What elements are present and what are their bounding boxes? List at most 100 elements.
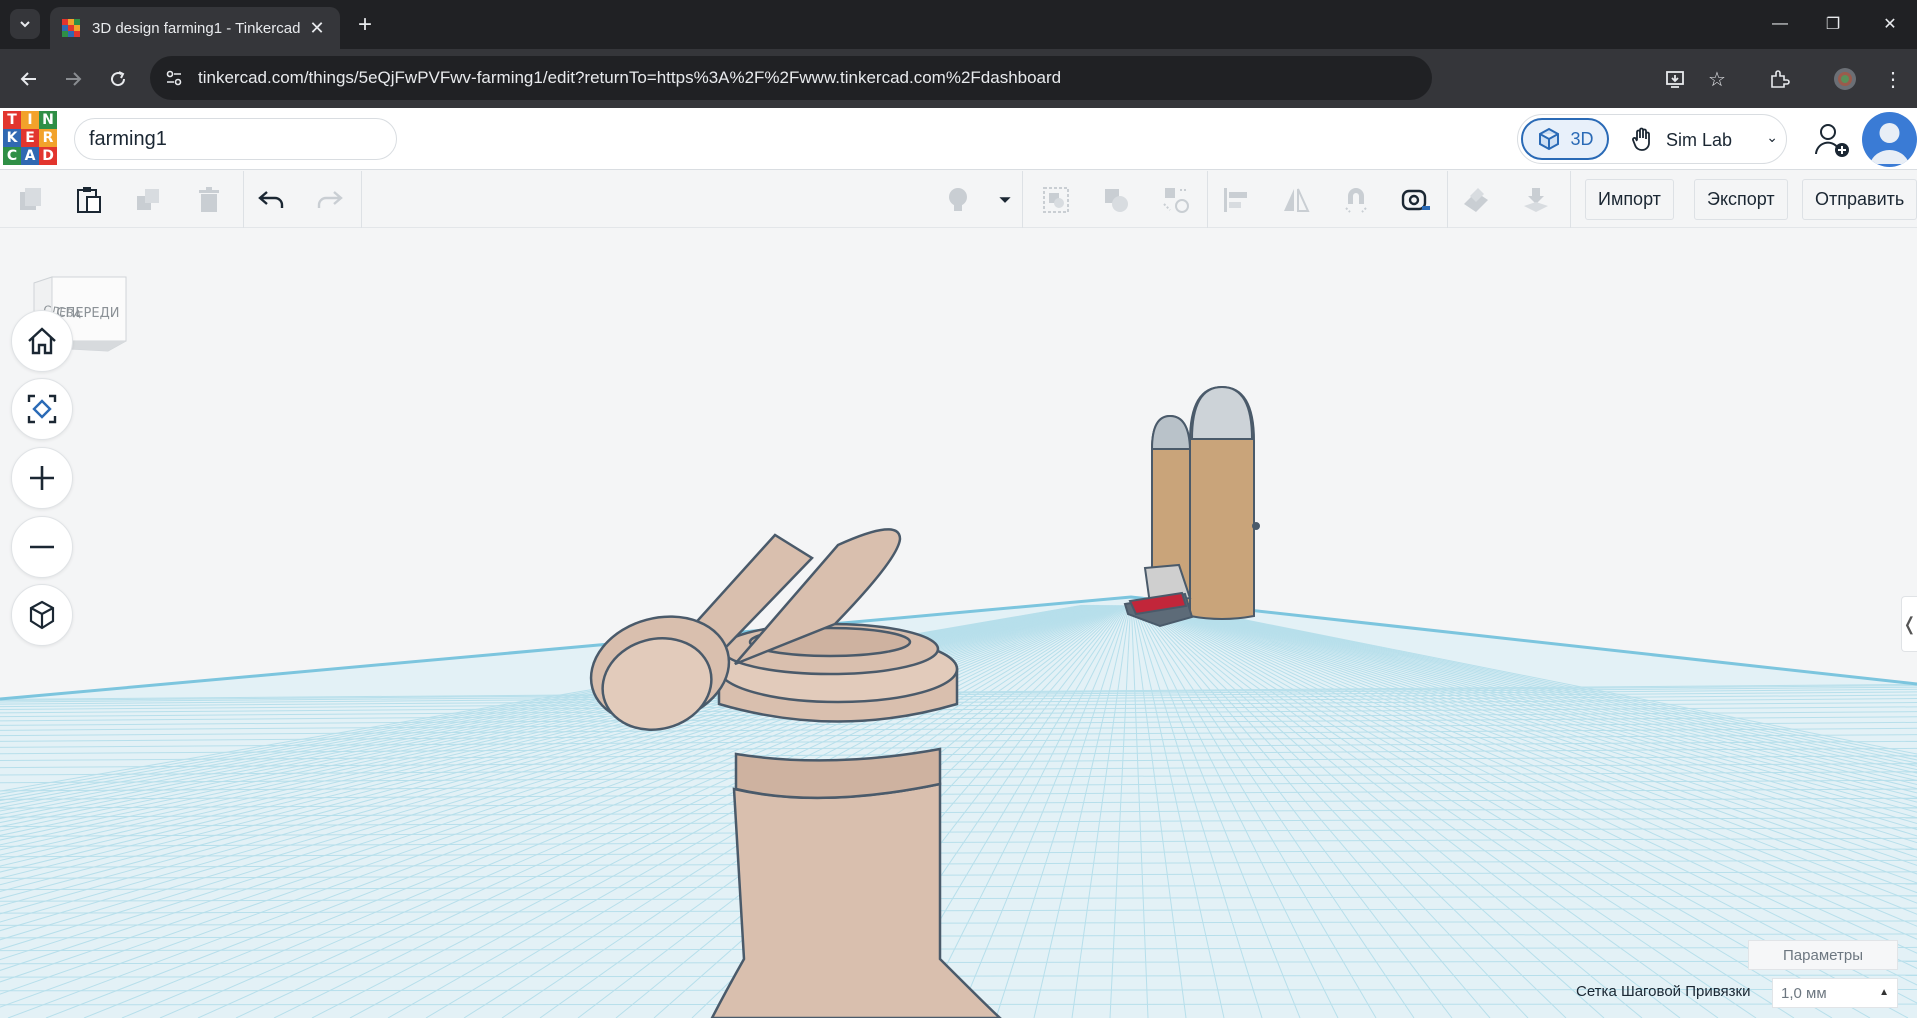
logo-letter: E: [21, 129, 39, 147]
chevron-down-icon[interactable]: ⌄: [1766, 129, 1778, 146]
address-bar[interactable]: tinkercad.com/things/5eQjFwPVFwv-farming…: [150, 56, 1432, 100]
trash-icon: [199, 187, 219, 212]
bookmark-star-icon[interactable]: ☆: [1700, 62, 1734, 96]
redo-icon: [317, 191, 343, 208]
install-app-icon[interactable]: [1658, 62, 1692, 96]
user-avatar[interactable]: [1862, 112, 1917, 167]
toolbar-divider: [1447, 171, 1448, 228]
user-avatar-icon: [1870, 123, 1909, 164]
logo-letter: I: [21, 111, 39, 129]
mode-simlab-button[interactable]: Sim Lab: [1628, 119, 1732, 161]
tab-list-button[interactable]: [10, 9, 40, 39]
profile-avatar-icon[interactable]: [1828, 62, 1862, 96]
send-to-button[interactable]: Отправить: [1802, 179, 1917, 220]
browser-toolbar: tinkercad.com/things/5eQjFwPVFwv-farming…: [0, 49, 1917, 108]
measure-tape-icon: [1401, 189, 1430, 211]
copy-button[interactable]: [10, 179, 52, 221]
settings-button[interactable]: Параметры: [1748, 940, 1898, 970]
delete-button[interactable]: [188, 179, 230, 221]
chevron-left-icon: ❬: [1901, 613, 1917, 634]
design-name-field[interactable]: farming1: [74, 118, 397, 160]
cube-icon: [1539, 127, 1560, 151]
edit-toolbar: Импорт Экспорт Отправить: [0, 171, 1917, 228]
logo-letter: R: [39, 129, 57, 147]
toolbar-divider: [1022, 171, 1023, 228]
back-button[interactable]: [12, 62, 46, 96]
site-settings-icon[interactable]: [164, 68, 184, 88]
workplane-button[interactable]: [1455, 179, 1497, 221]
cube-outline-icon: [29, 600, 55, 630]
mode-switcher: 3D Sim Lab ⌄: [1517, 114, 1787, 164]
align-button[interactable]: [1215, 179, 1257, 221]
toolbar-divider: [243, 171, 244, 228]
viewcube-front-label: СПЕРЕДИ: [56, 306, 119, 321]
forward-button[interactable]: [56, 62, 90, 96]
paste-button[interactable]: [68, 179, 110, 221]
undo-icon: [258, 191, 284, 208]
url-text: tinkercad.com/things/5eQjFwPVFwv-farming…: [198, 68, 1062, 87]
drop-button[interactable]: [1515, 179, 1557, 221]
mode-3d-button[interactable]: 3D: [1521, 118, 1609, 160]
projection-button[interactable]: [11, 584, 73, 646]
snap-grid-select[interactable]: 1,0 мм ▲: [1772, 978, 1898, 1008]
cruise-button[interactable]: [1155, 179, 1197, 221]
logo-letter: D: [39, 147, 57, 165]
workplane-icon: [1464, 188, 1488, 212]
notes-dropdown[interactable]: [990, 179, 1020, 221]
duplicate-button[interactable]: [128, 179, 170, 221]
ungroup-icon: [1105, 189, 1128, 212]
export-button[interactable]: Экспорт: [1694, 179, 1788, 220]
tab-close-icon[interactable]: ✕: [306, 17, 328, 39]
ungroup-button[interactable]: [1095, 179, 1137, 221]
magnet-icon: [1345, 188, 1367, 213]
reload-button[interactable]: [101, 62, 135, 96]
logo-letter: C: [3, 147, 21, 165]
arrow-right-icon: [66, 72, 82, 86]
toolbar-divider: [361, 171, 362, 228]
home-icon: [28, 327, 56, 355]
copy-icon: [20, 188, 41, 210]
restore-button[interactable]: ❐: [1813, 8, 1853, 40]
browser-menu-icon[interactable]: ⋮: [1876, 62, 1910, 96]
magnet-button[interactable]: [1335, 179, 1377, 221]
arrow-left-icon: [20, 72, 36, 86]
3d-workplane-viewport[interactable]: СЛЕВА СПЕРЕДИ ❬ Параметры Сетка Шаговой …: [0, 229, 1917, 1018]
redo-button[interactable]: [309, 179, 351, 221]
reload-icon: [111, 71, 126, 87]
cruise-icon: [1163, 188, 1189, 213]
mirror-button[interactable]: [1275, 179, 1317, 221]
tinkercad-logo[interactable]: TIN KER CAD: [3, 111, 57, 165]
fit-view-button[interactable]: [11, 378, 73, 440]
ruler-button[interactable]: [1395, 179, 1437, 221]
new-tab-button[interactable]: +: [350, 10, 380, 40]
import-button[interactable]: Импорт: [1585, 179, 1674, 220]
shapes-panel-toggle[interactable]: ❬: [1901, 596, 1917, 652]
logo-letter: N: [39, 111, 57, 129]
minimize-button[interactable]: —: [1760, 8, 1800, 40]
zoom-out-button[interactable]: [11, 516, 73, 578]
group-icon: [1043, 187, 1069, 213]
minus-icon: [30, 545, 54, 549]
notes-button[interactable]: [937, 179, 979, 221]
browser-tab-active[interactable]: 3D design farming1 - Tinkercad ✕: [50, 7, 340, 49]
zoom-in-button[interactable]: [11, 447, 73, 509]
extensions-icon[interactable]: [1762, 62, 1796, 96]
fit-view-icon: [27, 394, 57, 424]
add-collaborator-icon[interactable]: [1812, 120, 1852, 160]
mode-simlab-label: Sim Lab: [1666, 129, 1733, 150]
paste-icon: [77, 187, 101, 213]
hand-icon: [1632, 127, 1650, 151]
snap-grid-label: Сетка Шаговой Привязки: [1576, 983, 1751, 1000]
logo-letter: T: [3, 111, 21, 129]
workplane-canvas[interactable]: [0, 229, 1917, 1018]
home-view-button[interactable]: [11, 310, 73, 372]
group-button[interactable]: [1035, 179, 1077, 221]
lightbulb-icon: [949, 188, 967, 211]
window-close-button[interactable]: ✕: [1870, 8, 1910, 40]
undo-button[interactable]: [250, 179, 292, 221]
silo-object[interactable]: [1123, 385, 1260, 628]
toolbar-divider: [1570, 171, 1571, 228]
tinkercad-favicon-icon: [62, 19, 80, 37]
app-header: TIN KER CAD farming1 3D Sim Lab ⌄: [0, 108, 1917, 170]
mirror-icon: [1284, 188, 1310, 212]
